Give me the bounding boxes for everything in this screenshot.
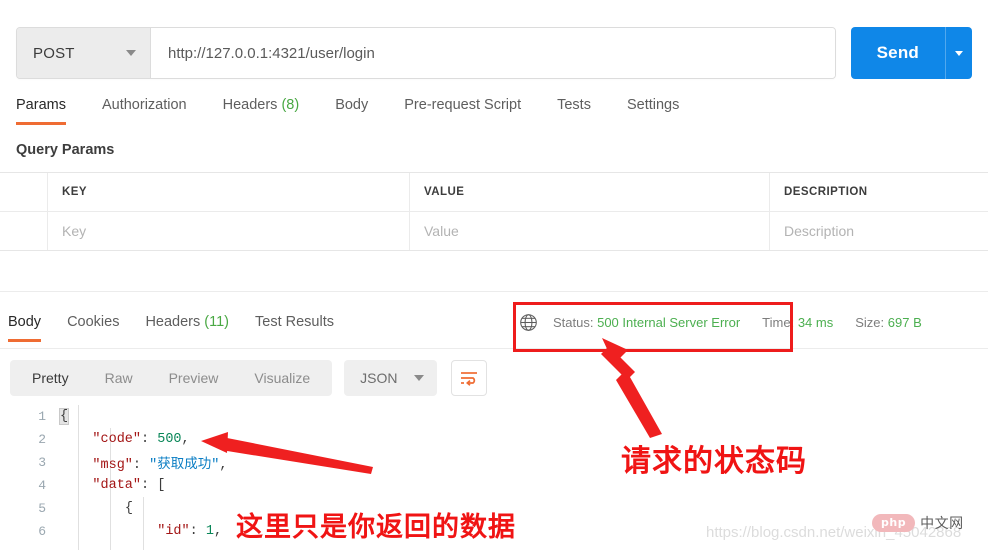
tab-label: Cookies — [67, 314, 120, 330]
tab-settings[interactable]: Settings — [627, 97, 679, 125]
tab-tests[interactable]: Tests — [557, 97, 591, 125]
chevron-down-icon — [955, 50, 963, 56]
tab-label: Authorization — [101, 97, 187, 113]
tab-test-results[interactable]: Test Results — [255, 314, 334, 342]
view-mode-visualize[interactable]: Visualize — [236, 360, 328, 396]
size-label: Size: — [855, 315, 885, 330]
tab-response-body[interactable]: Body — [8, 314, 42, 342]
tab-label: Params — [16, 97, 66, 113]
tab-label: Headers — [222, 97, 278, 113]
annotation-text-status-code: 请求的状态码 — [621, 444, 807, 479]
chevron-down-icon — [126, 50, 136, 56]
chevron-down-icon — [413, 375, 424, 381]
send-options-button[interactable] — [945, 27, 972, 79]
word-wrap-button[interactable] — [450, 360, 487, 396]
response-format-label: JSON — [360, 370, 398, 386]
code-line: 3 "msg": "获取成功", — [0, 451, 988, 474]
url-group: POST http://127.0.0.1:4321/user/login — [16, 27, 836, 79]
view-mode-preview[interactable]: Preview — [151, 360, 237, 396]
tab-label: Headers — [145, 314, 201, 330]
code-line: 2 "code": 500, — [0, 428, 988, 451]
tab-response-headers[interactable]: Headers (11) — [145, 314, 229, 342]
query-params-heading: Query Params — [16, 142, 115, 158]
response-format-select[interactable]: JSON — [344, 360, 437, 396]
param-key-input[interactable]: Key — [48, 212, 410, 250]
tab-label: Pre-request Script — [404, 97, 522, 113]
code-line-text: "id": 1, — [157, 524, 223, 539]
table-row[interactable]: Key Value Description — [0, 212, 988, 250]
http-method-select[interactable]: POST — [17, 28, 151, 78]
column-header-description: DESCRIPTION — [784, 186, 868, 198]
response-top-divider — [0, 291, 988, 292]
tab-pre-request-script[interactable]: Pre-request Script — [404, 97, 521, 125]
request-bar: POST http://127.0.0.1:4321/user/login Se… — [16, 27, 972, 79]
size-field[interactable]: Size: 697 B — [855, 315, 922, 330]
tab-label: Settings — [626, 97, 680, 113]
response-status-bar: Status: 500 Internal Server Error Time: … — [519, 313, 944, 332]
tab-label: Body — [335, 97, 369, 113]
view-mode-pretty[interactable]: Pretty — [14, 360, 87, 396]
code-line-text: { — [58, 408, 70, 425]
watermark-logo-label: 中文网 — [920, 516, 964, 532]
time-field[interactable]: Time: 34 ms — [762, 315, 833, 330]
tab-label: Test Results — [255, 314, 334, 330]
http-method-label: POST — [33, 44, 75, 62]
tab-label: Tests — [557, 97, 591, 113]
tab-body[interactable]: Body — [335, 97, 368, 125]
select-all-cell — [0, 173, 48, 211]
row-checkbox-cell[interactable] — [0, 212, 48, 250]
php-logo-icon: php — [872, 514, 916, 532]
code-line: 1{ — [0, 405, 988, 428]
tab-authorization[interactable]: Authorization — [102, 97, 187, 125]
code-line-text: { — [124, 501, 133, 516]
param-value-input[interactable]: Value — [410, 212, 770, 250]
tab-count-badge: (11) — [204, 314, 230, 330]
param-description-input[interactable]: Description — [770, 212, 988, 250]
status-label: Status: — [553, 315, 594, 330]
response-tabs: Body Cookies Headers (11) Test Results — [8, 314, 360, 342]
send-group: Send — [850, 27, 972, 79]
line-number: 4 — [38, 478, 46, 493]
code-line-text: "data": [ — [92, 478, 166, 493]
column-header-value: VALUE — [410, 173, 770, 211]
word-wrap-icon — [460, 372, 477, 386]
tab-response-cookies[interactable]: Cookies — [67, 314, 119, 342]
tab-params[interactable]: Params — [16, 97, 66, 125]
code-line-text: "code": 500, — [92, 432, 190, 447]
tab-count-badge: (8) — [281, 97, 300, 113]
globe-icon — [520, 314, 537, 331]
query-params-table: KEY VALUE DESCRIPTION Key Value Descript… — [0, 172, 988, 251]
line-number: 2 — [38, 432, 46, 447]
response-view-toolbar: Pretty Raw Preview Visualize JSON — [10, 360, 487, 396]
code-line-text: "msg": "获取成功", — [92, 458, 228, 473]
view-mode-group: Pretty Raw Preview Visualize — [10, 360, 333, 396]
line-number: 3 — [38, 455, 46, 470]
send-button[interactable]: Send — [850, 27, 945, 79]
code-line: 4 "data": [ — [0, 474, 988, 497]
request-url-input[interactable]: http://127.0.0.1:4321/user/login — [151, 28, 835, 78]
time-label: Time: — [762, 315, 795, 330]
status-field[interactable]: Status: 500 Internal Server Error — [553, 315, 740, 330]
table-header-row: KEY VALUE DESCRIPTION — [0, 173, 988, 212]
watermark-logo: php 中文网 — [872, 513, 964, 533]
request-tabs: Params Authorization Headers (8) Body Pr… — [16, 97, 715, 125]
response-toolbar-divider — [0, 348, 988, 349]
line-number: 6 — [38, 524, 46, 539]
status-value: 500 Internal Server Error — [597, 315, 741, 330]
annotation-text-returned-data: 这里只是你返回的数据 — [236, 512, 516, 543]
tab-label: Body — [8, 314, 42, 330]
size-value: 697 B — [887, 315, 922, 330]
column-header-key: KEY — [48, 173, 410, 211]
line-number: 1 — [38, 409, 46, 424]
tab-headers[interactable]: Headers (8) — [223, 97, 300, 125]
view-mode-raw[interactable]: Raw — [87, 360, 151, 396]
time-value: 34 ms — [797, 315, 834, 330]
line-number: 5 — [38, 501, 46, 516]
